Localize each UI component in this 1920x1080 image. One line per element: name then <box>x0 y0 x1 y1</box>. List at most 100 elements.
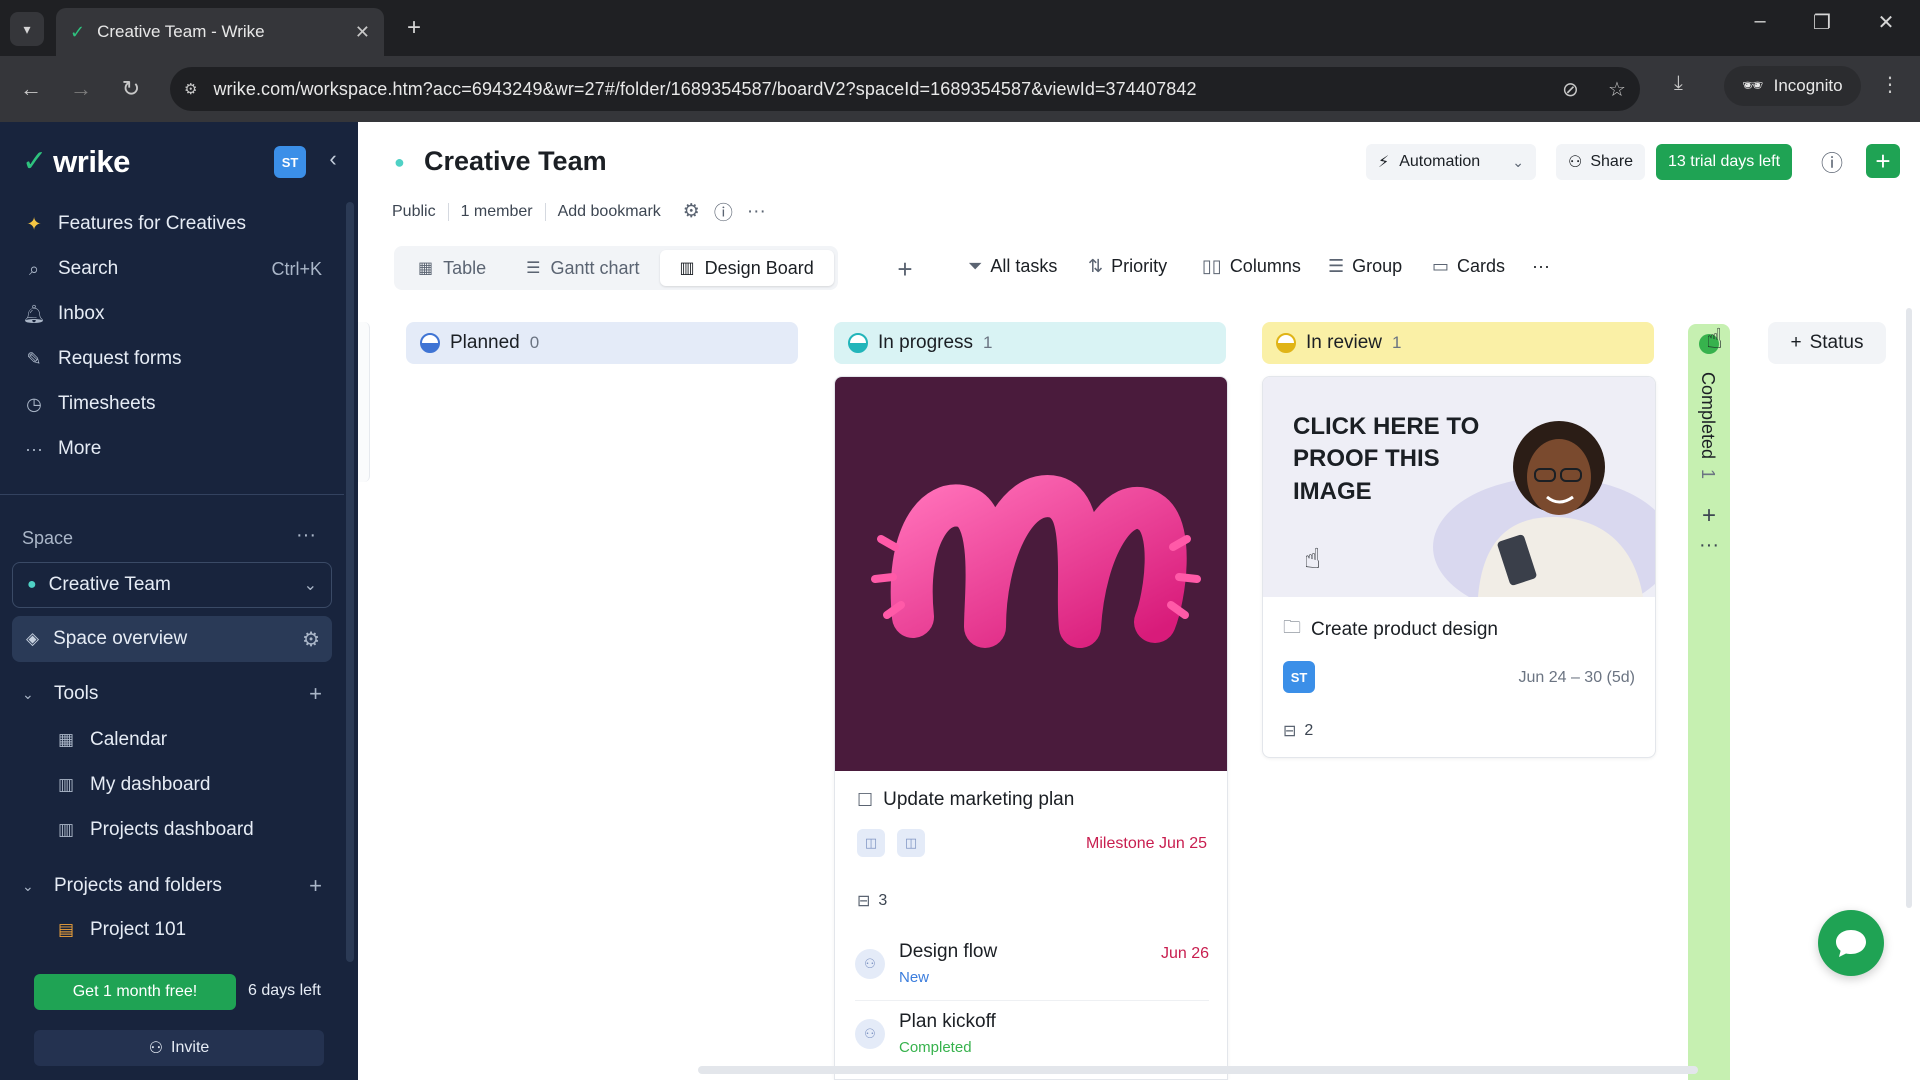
browser-tab[interactable]: ✓ Creative Team - Wrike ✕ <box>56 8 384 56</box>
user-avatar[interactable]: ST <box>274 146 306 178</box>
subtask-status: Completed <box>899 1039 972 1056</box>
subtask-count[interactable]: ⊟ 2 <box>1283 721 1313 741</box>
add-task-icon[interactable]: + <box>1698 502 1720 530</box>
new-tab-button[interactable]: + <box>398 12 430 44</box>
close-window-icon[interactable]: ✕ <box>1866 10 1906 35</box>
browser-tab-bar: ▾ ✓ Creative Team - Wrike ✕ + – ❐ ✕ <box>0 0 1920 56</box>
card-cover-proof-image[interactable]: CLICK HERE TO PROOF THIS IMAGE <box>1263 377 1655 597</box>
get-month-free-button[interactable]: Get 1 month free! <box>34 974 236 1010</box>
task-card-create-product-design[interactable]: CLICK HERE TO PROOF THIS IMAGE 🗀 Create … <box>1262 376 1656 758</box>
visibility-label[interactable]: Public <box>392 203 436 221</box>
assignee-avatar[interactable]: ST <box>1283 661 1315 693</box>
milestone-date[interactable]: Milestone Jun 25 <box>1086 835 1207 853</box>
sidebar-item-features[interactable]: ✦ Features for Creatives <box>12 204 342 244</box>
site-info-icon[interactable]: ⚙ <box>184 80 197 98</box>
automation-label: Automation <box>1399 153 1481 170</box>
columns-button[interactable]: ▯▯ Columns <box>1202 256 1301 277</box>
assignee-placeholder-icon[interactable]: ◫ <box>857 829 885 857</box>
task-card-update-marketing-plan[interactable]: ☐ Update marketing plan ◫ ◫ Milestone Ju… <box>834 376 1228 1080</box>
task-date-range[interactable]: Jun 24 – 30 (5d) <box>1518 669 1635 687</box>
sidebar-scrollbar[interactable] <box>346 202 354 962</box>
more-options-icon[interactable]: ··· <box>1532 256 1550 277</box>
incognito-icon: 🕶 <box>1742 76 1764 95</box>
add-assignee-icon[interactable]: ⚇ <box>855 1019 885 1049</box>
sort-priority-button[interactable]: ⇅ Priority <box>1088 256 1167 277</box>
tab-gantt-chart[interactable]: ☰ Gantt chart <box>506 250 659 286</box>
members-link[interactable]: 1 member <box>461 203 533 221</box>
clock-icon: ◷ <box>26 393 42 414</box>
column-header-in-progress[interactable]: In progress 1 <box>834 322 1226 364</box>
download-icon[interactable]: ⤓ <box>1674 72 1683 95</box>
space-selector[interactable]: ● Creative Team ⌄ <box>12 562 332 608</box>
column-header-planned[interactable]: Planned 0 <box>406 322 798 364</box>
sidebar-item-label: Timesheets <box>58 393 156 414</box>
incognito-indicator[interactable]: 🕶 Incognito <box>1724 66 1861 106</box>
info-icon[interactable]: ⓘ <box>714 198 733 225</box>
space-overview-item[interactable]: ◈ Space overview ⚙ <box>12 616 332 662</box>
board-horizontal-scrollbar[interactable] <box>698 1066 1698 1074</box>
sidebar-item-search[interactable]: ⌕ Search Ctrl+K <box>12 249 342 289</box>
search-icon: ⌕ <box>28 258 40 279</box>
create-new-button[interactable]: + <box>1866 144 1900 178</box>
gear-icon[interactable]: ⚙ <box>683 200 700 223</box>
share-button[interactable]: ⚇ Share <box>1556 144 1646 180</box>
filter-icon: ⏷ <box>968 256 983 276</box>
more-icon[interactable]: ··· <box>1698 534 1720 557</box>
collapse-sidebar-icon[interactable]: ‹ <box>320 146 346 172</box>
browser-menu-icon[interactable]: ⋮ <box>1880 72 1900 97</box>
sidebar-item-inbox[interactable]: 🔔︎ Inbox <box>12 294 342 334</box>
minimize-window-icon[interactable]: – <box>1740 10 1780 33</box>
column-header-in-review[interactable]: In review 1 <box>1262 322 1654 364</box>
restore-window-icon[interactable]: ❐ <box>1802 10 1842 35</box>
sidebar-item-timesheets[interactable]: ◷ Timesheets <box>12 384 342 424</box>
filter-all-tasks-button[interactable]: ⏷ All tasks <box>968 256 1057 277</box>
space-more-icon[interactable]: ··· <box>296 524 316 547</box>
tab-table[interactable]: ▦ Table <box>398 250 506 286</box>
wrike-logo[interactable]: ✓ wrike <box>22 144 130 180</box>
status-in-review-icon <box>1276 333 1296 353</box>
close-tab-icon[interactable]: ✕ <box>355 22 370 43</box>
back-icon[interactable]: ← <box>14 72 48 106</box>
sidebar-item-projects-dashboard[interactable]: ▥ Projects dashboard <box>56 812 254 848</box>
board-vertical-scrollbar[interactable] <box>1906 308 1912 908</box>
tools-section[interactable]: ⌄ Tools + <box>22 676 322 712</box>
add-status-button[interactable]: + Status <box>1768 322 1886 364</box>
invite-button[interactable]: ⚇ Invite <box>34 1030 324 1066</box>
help-icon[interactable]: ⓘ <box>1814 144 1850 180</box>
gear-icon[interactable]: ⚙ <box>302 627 320 652</box>
sidebar-item-project-101[interactable]: ▤ Project 101 <box>56 912 186 948</box>
add-bookmark-link[interactable]: Add bookmark <box>558 203 661 221</box>
sidebar-item-more[interactable]: ··· More <box>12 429 342 469</box>
card-cover-image[interactable] <box>835 377 1227 771</box>
automation-button[interactable]: ⚡ Automation ⌄ <box>1366 144 1536 180</box>
sidebar-item-request-forms[interactable]: ✎ Request forms <box>12 339 342 379</box>
tab-design-board[interactable]: ▥ Design Board <box>659 250 834 286</box>
cards-button[interactable]: ▭ Cards <box>1432 256 1505 277</box>
add-tool-icon[interactable]: + <box>309 681 322 707</box>
card-title[interactable]: 🗀 Create product design <box>1283 615 1498 645</box>
subtask-row[interactable]: ⚇ Design flow New Jun 26 <box>855 935 1209 1001</box>
add-assignee-icon[interactable]: ⚇ <box>855 949 885 979</box>
reload-icon[interactable]: ↻ <box>114 72 148 106</box>
sidebar-item-my-dashboard[interactable]: ▥ My dashboard <box>56 767 210 803</box>
forward-icon[interactable]: → <box>64 72 98 106</box>
tab-search-button[interactable]: ▾ <box>10 12 44 46</box>
subtask-row[interactable]: ⚇ Plan kickoff Completed <box>855 1005 1209 1071</box>
group-button[interactable]: ☰ Group <box>1328 256 1402 277</box>
eye-off-icon[interactable]: ⊘ <box>1562 77 1579 102</box>
subtask-count[interactable]: ⊟ 3 <box>857 891 887 911</box>
projects-section[interactable]: ⌄ Projects and folders + <box>22 868 322 904</box>
add-view-button[interactable]: + <box>888 252 922 286</box>
column-completed-collapsed[interactable]: Completed 1 + ··· <box>1688 324 1730 1080</box>
assignee-placeholder-icon[interactable]: ◫ <box>897 829 925 857</box>
page-title[interactable]: Creative Team <box>424 146 607 177</box>
trial-days-button[interactable]: 13 trial days left <box>1656 144 1793 180</box>
chat-button[interactable] <box>1818 910 1884 976</box>
card-title[interactable]: ☐ Update marketing plan <box>857 789 1074 811</box>
sidebar-item-calendar[interactable]: ▦ Calendar <box>56 722 167 758</box>
calendar-icon: ▦ <box>57 730 75 749</box>
bookmark-star-icon[interactable]: ☆ <box>1608 77 1626 102</box>
address-bar[interactable]: ⚙ wrike.com/workspace.htm?acc=6943249&wr… <box>170 67 1640 111</box>
add-project-icon[interactable]: + <box>309 873 322 899</box>
more-icon[interactable]: ··· <box>747 201 766 223</box>
